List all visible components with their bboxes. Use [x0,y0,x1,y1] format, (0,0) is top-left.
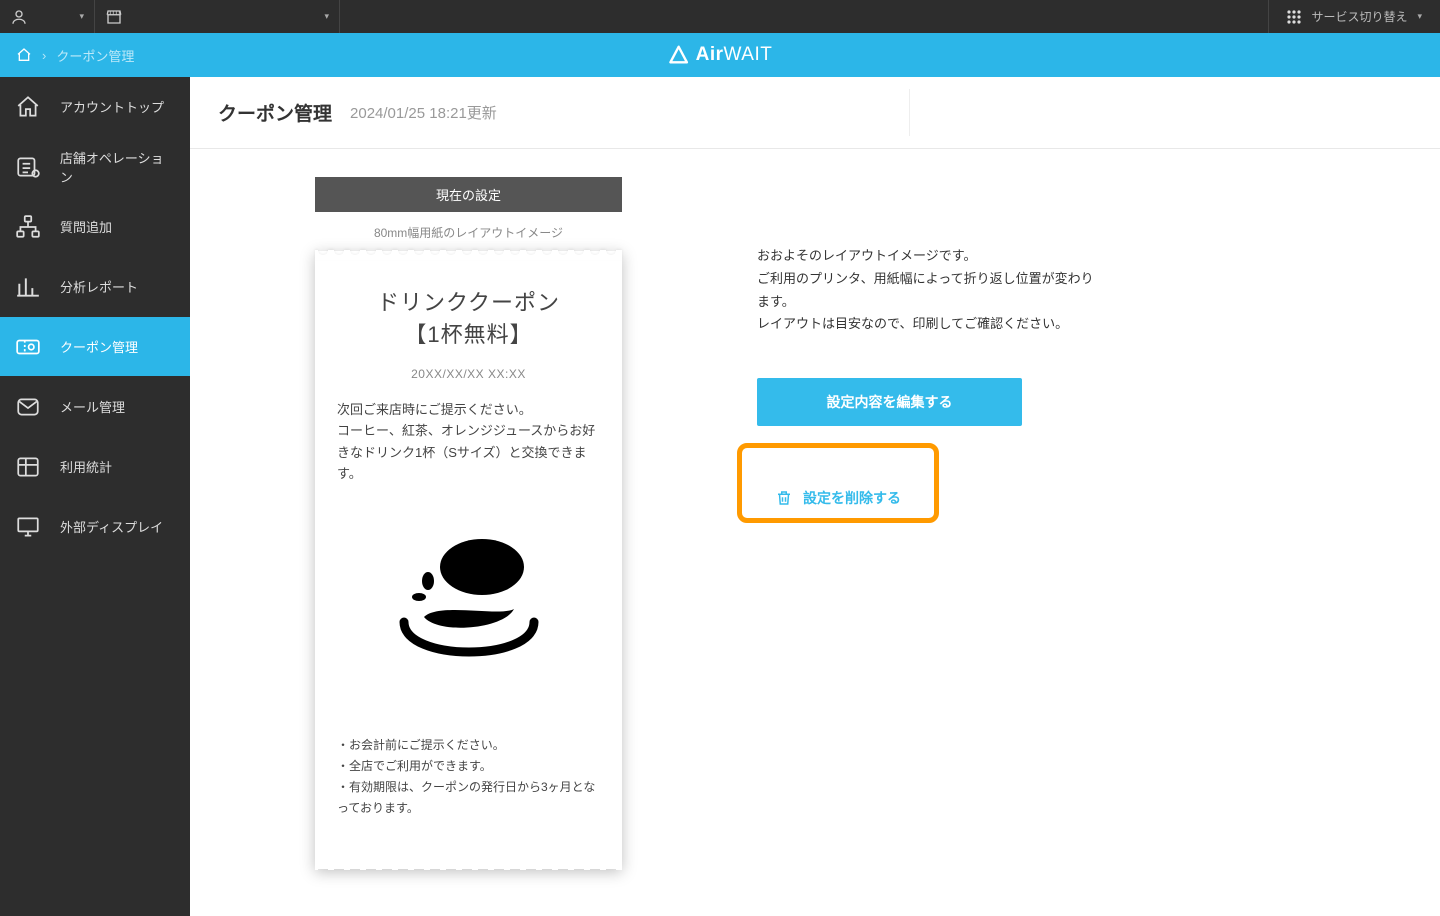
service-switch-label: サービス切り替え [1311,8,1407,25]
edit-settings-button[interactable]: 設定内容を編集する [757,378,1022,426]
sidebar-item-external-display[interactable]: 外部ディスプレイ [0,497,190,557]
apps-grid-icon [1287,10,1301,24]
sidebar-item-account-top[interactable]: アカウントトップ [0,77,190,137]
sidebar-item-label: クーポン管理 [60,337,138,356]
home-icon[interactable] [16,47,32,63]
sidebar-item-label: 外部ディスプレイ [60,517,163,536]
coupon-image [384,517,554,687]
breadcrumb: › クーポン管理 [0,46,150,65]
preview-caption: 現在の設定 [315,177,622,212]
preview-column: 現在の設定 80mm幅用紙のレイアウトイメージ ドリンククーポン 【1杯無料】 … [315,177,622,869]
ticket-icon [14,333,42,361]
sidebar-item-label: アカウントトップ [60,97,164,116]
sidebar-item-analytics[interactable]: 分析レポート [0,257,190,317]
sidebar-item-label: 利用統計 [60,457,112,476]
brand-logo: AirWAIT [668,44,773,66]
actions-column: おおよそのレイアウトイメージです。 ご利用のプリンタ、用紙幅によって折り返し位置… [757,177,1097,869]
mail-icon [14,393,42,421]
monitor-icon [14,513,42,541]
coupon-notes: ・お会計前にご提示ください。 ・全店でご利用ができます。 ・有効期限は、クーポン… [337,735,600,819]
coupon-date: 20XX/XX/XX XX:XX [337,367,600,381]
coupon-title: ドリンククーポン 【1杯無料】 [337,287,600,351]
delete-settings-button[interactable]: 設定を削除する [757,476,919,520]
delete-settings-label: 設定を削除する [803,488,901,508]
breadcrumb-current: クーポン管理 [56,46,134,65]
header-bar: › クーポン管理 AirWAIT [0,33,1440,77]
updated-at: 2024/01/25 18:21更新 [350,102,497,123]
main: クーポン管理 2024/01/25 18:21更新 現在の設定 80mm幅用紙の… [190,77,1440,916]
sidebar-item-label: メール管理 [60,397,125,416]
service-switch[interactable]: サービス切り替え ▾ [1268,0,1440,33]
sidebar-item-label: 質問追加 [60,217,112,236]
receipt-preview: ドリンククーポン 【1杯無料】 20XX/XX/XX XX:XX 次回ご来店時に… [315,251,622,869]
layout-description: おおよそのレイアウトイメージです。 ご利用のプリンタ、用紙幅によって折り返し位置… [757,245,1097,336]
sidebar-item-store-ops[interactable]: 店舗オペレーション [0,137,190,197]
bar-chart-icon [14,273,42,301]
sidebar-item-usage-stats[interactable]: 利用統計 [0,437,190,497]
sidebar-item-label: 店舗オペレーション [60,148,176,186]
page-header: クーポン管理 2024/01/25 18:21更新 [190,77,1440,149]
coupon-body: 次回ご来店時にご提示ください。 コーヒー、紅茶、オレンジジュースからお好きなドリ… [337,399,600,485]
trash-icon [775,489,793,507]
sidebar-item-label: 分析レポート [60,277,138,296]
chevron-down-icon: ▾ [324,11,329,22]
table-icon [14,453,42,481]
preview-subcaption: 80mm幅用紙のレイアウトイメージ [315,212,622,251]
list-badge-icon [14,153,42,181]
topbar: ▾ ▾ サービス切り替え ▾ [0,0,1440,33]
chevron-down-icon: ▾ [79,11,84,22]
sidebar-item-question-add[interactable]: 質問追加 [0,197,190,257]
sidebar-item-mail[interactable]: メール管理 [0,377,190,437]
breadcrumb-sep: › [42,48,46,63]
store-icon [105,8,123,26]
store-menu[interactable]: ▾ [95,0,340,33]
user-icon [10,8,28,26]
sidebar-item-coupon[interactable]: クーポン管理 [0,317,190,377]
chevron-down-icon: ▾ [1417,11,1422,22]
page-title: クーポン管理 [218,99,332,126]
sidebar: アカウントトップ 店舗オペレーション 質問追加 分析レポート クーポン管理 メー… [0,77,190,916]
home-icon [14,93,42,121]
user-menu[interactable]: ▾ [0,0,95,33]
sitemap-icon [14,213,42,241]
